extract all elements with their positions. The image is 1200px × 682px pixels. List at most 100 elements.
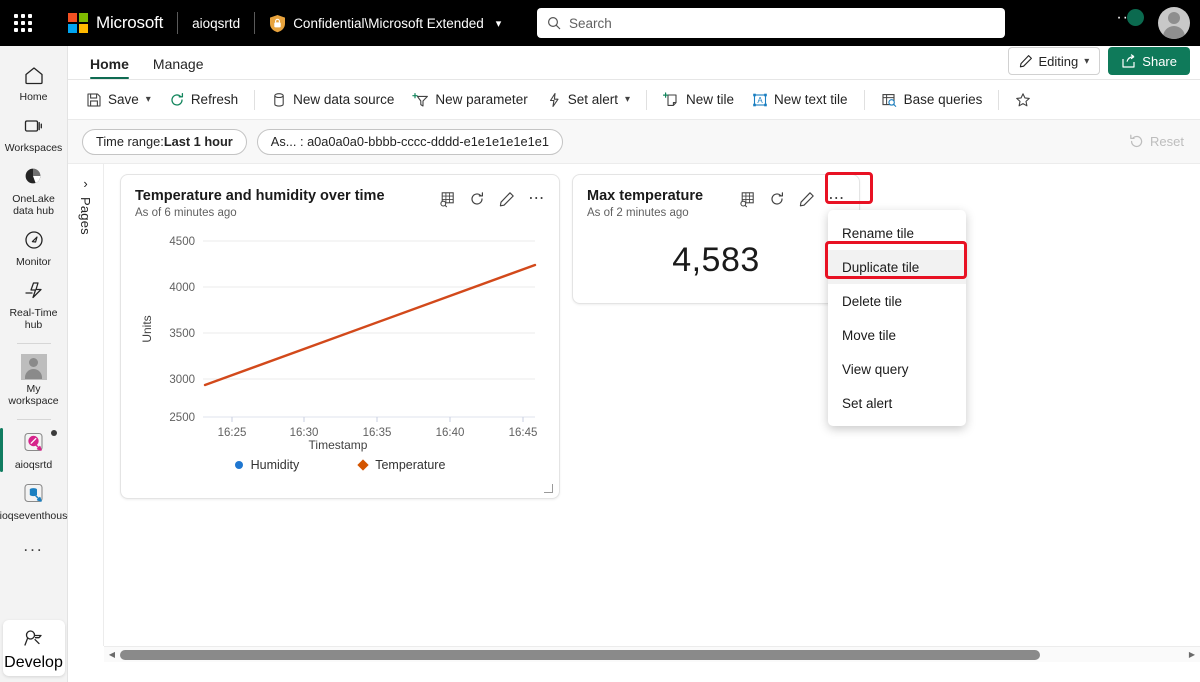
star-icon	[1015, 92, 1031, 108]
microsoft-logo[interactable]: Microsoft	[68, 13, 163, 33]
database-icon	[271, 92, 287, 108]
new-parameter-button[interactable]: New parameter	[404, 87, 535, 113]
favorite-button[interactable]	[1007, 87, 1045, 113]
menu-item-view-query[interactable]: View query	[828, 352, 966, 386]
svg-text:4500: 4500	[169, 236, 195, 248]
set-alert-label: Set alert	[567, 92, 618, 107]
menu-item-set-alert[interactable]: Set alert	[828, 386, 966, 420]
time-range-value: Last 1 hour	[163, 134, 233, 149]
tile-title: Max temperature	[587, 188, 704, 204]
menu-item-rename-tile[interactable]: Rename tile	[828, 216, 966, 250]
tile-title-group: Max temperature As of 2 minutes ago	[587, 187, 703, 219]
sensitivity-label-button[interactable]: Confidential\Microsoft Extended ▾	[269, 14, 501, 33]
new-data-source-button[interactable]: New data source	[263, 87, 402, 113]
sensitivity-text: Confidential\Microsoft Extended	[293, 15, 484, 31]
realtime-dashboard-icon	[21, 430, 47, 456]
onelake-icon	[21, 164, 47, 190]
sidebar-item-monitor[interactable]: Monitor	[3, 221, 65, 272]
new-text-tile-button[interactable]: A New text tile	[744, 87, 856, 113]
sidebar-item-home[interactable]: Home	[3, 56, 65, 107]
search-icon	[547, 16, 561, 30]
share-button[interactable]: Share	[1108, 47, 1190, 75]
sidebar-item-label: aioqsrtd	[14, 459, 53, 471]
tile-subtitle: As of 6 minutes ago	[135, 207, 237, 219]
refresh-icon[interactable]	[467, 189, 487, 209]
edit-pencil-icon[interactable]	[497, 189, 517, 209]
chevron-down-icon: ▾	[145, 94, 151, 105]
parameter-pill[interactable]: As... : a0a0a0a0-bbbb-cccc-dddd-e1e1e1e1…	[256, 128, 563, 155]
horizontal-scrollbar[interactable]: ◀ ▶	[104, 646, 1200, 662]
new-text-tile-label: New text tile	[774, 92, 848, 107]
base-queries-icon	[881, 92, 898, 108]
legend-item-humidity[interactable]: Humidity	[234, 458, 299, 472]
sidebar-item-workspaces[interactable]: Workspaces	[3, 107, 65, 158]
line-chart-svg: 4500 4000 3500 3000 2500 Units 16:25 16:…	[140, 236, 538, 439]
editing-label: Editing	[1038, 53, 1079, 69]
sidebar-item-aioqseventhouse[interactable]: aioqseventhouse	[0, 475, 73, 526]
develop-wrench-icon	[21, 625, 47, 651]
chevron-down-icon: ▾	[1084, 55, 1090, 67]
scrollbar-thumb[interactable]	[120, 649, 1040, 660]
tile-resize-handle[interactable]	[544, 484, 553, 493]
explore-data-icon[interactable]	[437, 189, 457, 209]
rail-divider	[16, 419, 51, 420]
reset-icon	[1129, 134, 1144, 149]
scroll-left-arrow[interactable]: ◀	[104, 650, 120, 659]
unsaved-dot-badge	[50, 430, 57, 436]
menu-item-delete-tile[interactable]: Delete tile	[828, 284, 966, 318]
chevron-down-icon: ▾	[624, 94, 631, 105]
reset-button[interactable]: Reset	[1129, 134, 1184, 149]
sidebar-item-my-workspace[interactable]: My workspace	[3, 348, 65, 411]
scrollbar-track[interactable]	[120, 647, 1184, 663]
svg-text:16:45: 16:45	[509, 427, 538, 439]
sidebar-item-real-time-hub[interactable]: Real-Time hub	[3, 272, 65, 335]
more-options-icon[interactable]: ⋯	[827, 189, 847, 209]
pages-panel: › Pages	[68, 164, 104, 646]
sidebar-item-label: Real-Time hub	[9, 307, 58, 331]
tab-manage[interactable]: Manage	[143, 52, 214, 79]
refresh-icon[interactable]	[767, 189, 787, 209]
sidebar-item-onelake-data-hub[interactable]: OneLake data hub	[3, 158, 65, 221]
scroll-right-arrow[interactable]: ▶	[1184, 650, 1200, 659]
refresh-label: Refresh	[190, 92, 239, 107]
svg-text:2500: 2500	[169, 412, 195, 424]
explore-data-icon[interactable]	[737, 189, 757, 209]
app-launcher-button[interactable]	[0, 0, 46, 46]
new-tile-label: New tile	[686, 92, 735, 107]
edit-pencil-icon[interactable]	[797, 189, 817, 209]
time-range-pill[interactable]: Time range: Last 1 hour	[82, 128, 247, 155]
divider	[254, 12, 256, 34]
legend-label: Temperature	[375, 458, 446, 472]
ribbon-divider	[646, 89, 648, 110]
workspaces-icon	[21, 113, 47, 139]
legend-item-temperature[interactable]: Temperature	[357, 458, 446, 472]
rail-more-button[interactable]: ...	[23, 526, 43, 566]
tile-max-temperature[interactable]: Max temperature As of 2 minutes ago ⋯ 4,…	[572, 174, 860, 304]
real-time-hub-icon	[21, 278, 47, 304]
base-queries-button[interactable]: Base queries	[873, 87, 991, 113]
tile-subtitle: As of 2 minutes ago	[587, 207, 689, 219]
tile-temperature-and-humidity[interactable]: Temperature and humidity over time As of…	[120, 174, 560, 499]
avatar[interactable]	[1158, 7, 1190, 39]
new-tile-button[interactable]: New tile	[655, 87, 742, 113]
refresh-button[interactable]: Refresh	[161, 87, 246, 113]
develop-button[interactable]: Develop	[2, 620, 65, 676]
editing-mode-button[interactable]: Editing ▾	[1007, 47, 1101, 75]
save-button[interactable]: Save ▾	[78, 87, 159, 113]
tab-home[interactable]: Home	[80, 52, 139, 79]
chart-plot-area: 4500 4000 3500 3000 2500 Units 16:25 16:…	[121, 219, 559, 452]
chevron-right-icon[interactable]: ›	[83, 176, 87, 191]
menu-item-duplicate-tile[interactable]: Duplicate tile	[828, 250, 966, 284]
tile-header: Temperature and humidity over time As of…	[121, 175, 559, 219]
new-parameter-label: New parameter	[435, 92, 528, 107]
alert-bolt-icon	[546, 92, 562, 108]
set-alert-button[interactable]: Set alert ▾	[538, 87, 638, 113]
svg-text:A: A	[757, 96, 763, 105]
global-search-input[interactable]: Search	[537, 8, 1005, 38]
ribbon-divider	[254, 89, 256, 110]
new-text-tile-icon: A	[752, 92, 768, 108]
sidebar-item-aioqsrtd[interactable]: aioqsrtd	[0, 424, 65, 475]
humidity-marker-icon	[234, 461, 243, 469]
more-options-icon[interactable]: ⋯	[527, 189, 547, 209]
menu-item-move-tile[interactable]: Move tile	[828, 318, 966, 352]
